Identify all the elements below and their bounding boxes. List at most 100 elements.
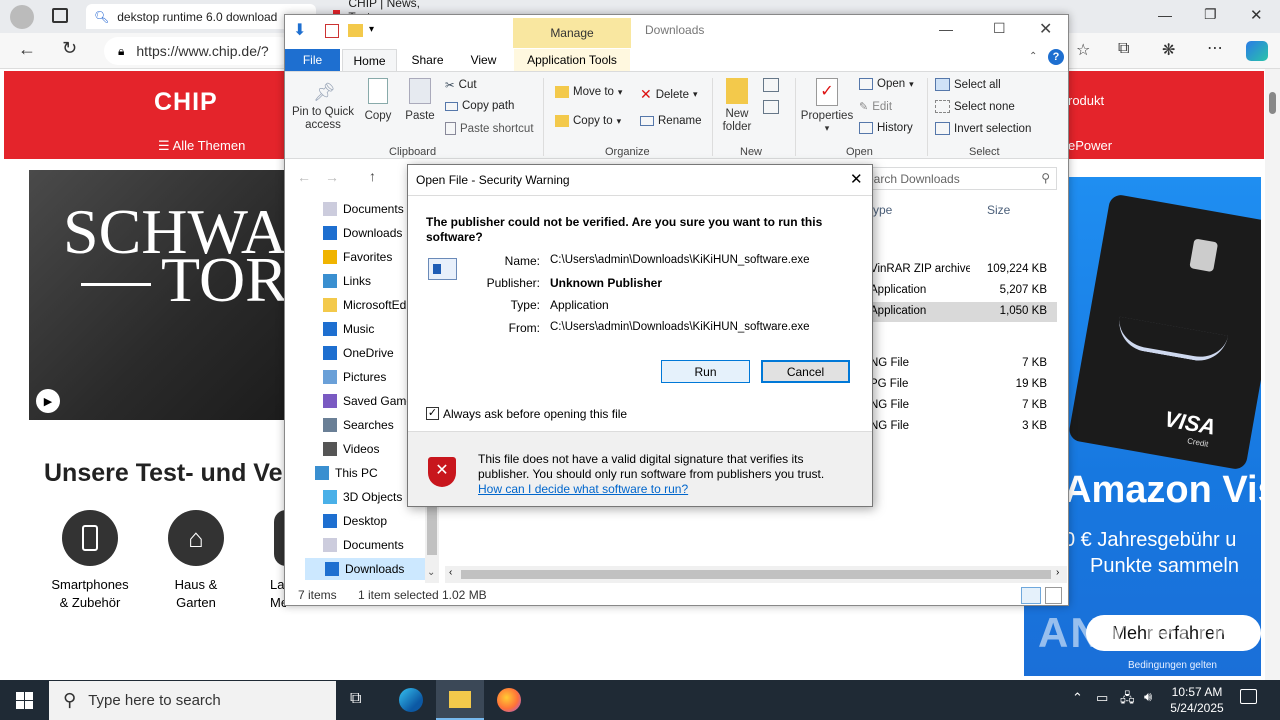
copy-path-button[interactable]: Copy path — [445, 100, 514, 112]
file-row[interactable]: NG File 7 KB — [870, 354, 1057, 374]
move-to-button[interactable]: Move to ▾ — [555, 86, 622, 98]
taskbar-search-box[interactable]: ⚲ Type here to search — [49, 681, 336, 720]
chip-logo[interactable]: CHIP — [154, 88, 218, 117]
cut-button[interactable]: ✂ Cut — [445, 78, 477, 92]
pin-button[interactable]: 📌︎ Pin to Quick access — [291, 82, 355, 132]
extensions-icon[interactable]: ❋ — [1162, 40, 1175, 60]
new-item-icon[interactable] — [763, 78, 779, 92]
nav-item[interactable]: 3D Objects — [323, 486, 402, 508]
new-folder-button[interactable]: New folder — [715, 78, 759, 134]
nav-item[interactable]: Documents — [323, 198, 404, 220]
collections-icon[interactable]: ⧉ — [1118, 40, 1129, 58]
explorer-close[interactable]: ✕ — [1039, 19, 1052, 39]
close-button[interactable]: ✕ — [1250, 6, 1263, 24]
back-nav-icon[interactable]: ← — [297, 169, 311, 185]
horizontal-scrollbar[interactable]: ‹ › — [445, 566, 1067, 583]
page-scrollbar[interactable] — [1265, 69, 1280, 680]
copilot-icon[interactable] — [1246, 41, 1268, 61]
volume-icon[interactable]: 🔊︎ — [1144, 689, 1152, 705]
invert-selection-button[interactable]: Invert selection — [935, 122, 1031, 135]
more-menu-icon[interactable]: ⋯ — [1207, 38, 1223, 58]
properties-icon[interactable] — [325, 24, 339, 38]
battery-icon[interactable]: ▭ — [1096, 690, 1108, 706]
windows-start-icon[interactable] — [16, 692, 33, 709]
edge-icon[interactable] — [399, 688, 423, 712]
details-view-icon[interactable] — [1021, 587, 1041, 604]
house-icon[interactable]: ⌂ — [168, 510, 224, 566]
qat-dropdown-icon[interactable]: ▾ — [369, 24, 374, 35]
play-icon[interactable]: ▶ — [36, 389, 60, 413]
header-link-product[interactable]: rodukt — [1068, 93, 1104, 108]
tab-application-tools[interactable]: Application Tools — [514, 49, 630, 71]
select-none-button[interactable]: Select none — [935, 100, 1015, 113]
history-button[interactable]: History — [859, 122, 913, 134]
network-icon[interactable]: 🖧︎ — [1120, 689, 1135, 711]
dialog-close-button[interactable]: ✕ — [850, 170, 863, 188]
nav-item[interactable]: Downloads — [305, 558, 425, 580]
paste-shortcut-button[interactable]: Paste shortcut — [445, 122, 534, 135]
always-ask-label[interactable]: Always ask before opening this file — [443, 407, 627, 421]
file-row[interactable]: Application 5,207 KB — [870, 281, 1057, 301]
horizontal-scrollbar-thumb[interactable] — [461, 570, 1051, 579]
explorer-taskbar-button[interactable] — [436, 680, 484, 720]
help-icon[interactable]: ? — [1048, 49, 1064, 65]
select-all-button[interactable]: Select all — [935, 78, 1001, 91]
nav-item[interactable]: Downloads — [323, 222, 402, 244]
always-ask-checkbox[interactable]: ✓ — [426, 407, 439, 420]
firefox-icon[interactable] — [497, 688, 521, 712]
open-button[interactable]: Open ▾ — [859, 78, 914, 90]
nav-item[interactable]: Videos — [323, 438, 379, 460]
nav-item[interactable]: Pictures — [323, 366, 386, 388]
file-row[interactable]: Application 1,050 KB — [870, 302, 1057, 322]
copy-button[interactable]: Copy — [361, 78, 395, 123]
nav-all-topics[interactable]: ☰ Alle Themen — [158, 138, 245, 154]
delete-button[interactable]: ✕ Delete ▾ — [640, 86, 698, 103]
scroll-left-icon[interactable]: ‹ — [449, 567, 452, 578]
help-link[interactable]: How can I decide what software to run? — [478, 482, 688, 496]
edit-button[interactable]: ✎ Edit — [859, 100, 892, 114]
nav-item[interactable]: MicrosoftEd — [323, 294, 406, 316]
column-type[interactable]: ype — [873, 203, 892, 217]
nav-item[interactable]: Links — [323, 270, 371, 292]
tab-search[interactable]: 🔍︎ dekstop runtime 6.0 download — [86, 4, 316, 29]
nav-item[interactable]: Searches — [323, 414, 394, 436]
search-box[interactable]: earch Downloads ⚲ — [860, 167, 1057, 190]
smartphone-icon[interactable] — [62, 510, 118, 566]
refresh-icon[interactable]: ↻ — [62, 38, 77, 59]
easy-access-icon[interactable] — [763, 100, 779, 114]
nav-item[interactable]: OneDrive — [323, 342, 394, 364]
header-link-power[interactable]: ePower — [1068, 138, 1112, 153]
folder-icon[interactable] — [348, 24, 363, 37]
properties-button[interactable]: ✓ Properties ▾ — [799, 78, 855, 134]
profile-avatar[interactable] — [10, 5, 34, 29]
scroll-down-icon[interactable]: ⌄ — [427, 567, 435, 578]
show-hidden-icons[interactable]: ⌃ — [1072, 690, 1083, 706]
tab-file[interactable]: File — [285, 49, 340, 71]
favorites-icon[interactable]: ☆ — [1076, 40, 1090, 60]
scrollbar-thumb[interactable] — [1269, 92, 1276, 114]
file-row[interactable]: NG File 7 KB — [870, 396, 1057, 416]
back-icon[interactable]: ← — [18, 39, 36, 60]
file-row[interactable]: PG File 19 KB — [870, 375, 1057, 395]
paste-button[interactable]: Paste — [401, 78, 439, 123]
file-row[interactable]: NG File 3 KB — [870, 417, 1057, 437]
tab-home[interactable]: Home — [342, 49, 397, 72]
nav-item[interactable]: Music — [323, 318, 374, 340]
nav-item[interactable]: Desktop — [323, 510, 387, 532]
forward-nav-icon[interactable]: → — [325, 169, 339, 185]
tab-view[interactable]: View — [461, 49, 506, 71]
tab-actions-icon[interactable] — [52, 8, 68, 23]
task-view-icon[interactable]: ⧉ — [350, 690, 361, 708]
cancel-button[interactable]: Cancel — [761, 360, 850, 383]
address-bar[interactable]: 🔒︎ https://www.chip.de/? — [104, 37, 294, 65]
tab-share[interactable]: Share — [405, 49, 450, 71]
category-home-garden[interactable]: Haus & Garten — [146, 576, 246, 612]
run-button[interactable]: Run — [661, 360, 750, 383]
nav-item[interactable]: Saved Game — [323, 390, 413, 412]
notifications-icon[interactable] — [1240, 689, 1257, 704]
explorer-maximize[interactable]: ☐ — [993, 20, 1006, 37]
category-smartphones[interactable]: Smartphones & Zubehör — [40, 576, 140, 612]
collapse-ribbon-icon[interactable]: ⌃ — [1029, 51, 1037, 62]
nav-item[interactable]: This PC — [315, 462, 378, 484]
column-size[interactable]: Size — [987, 203, 1010, 217]
